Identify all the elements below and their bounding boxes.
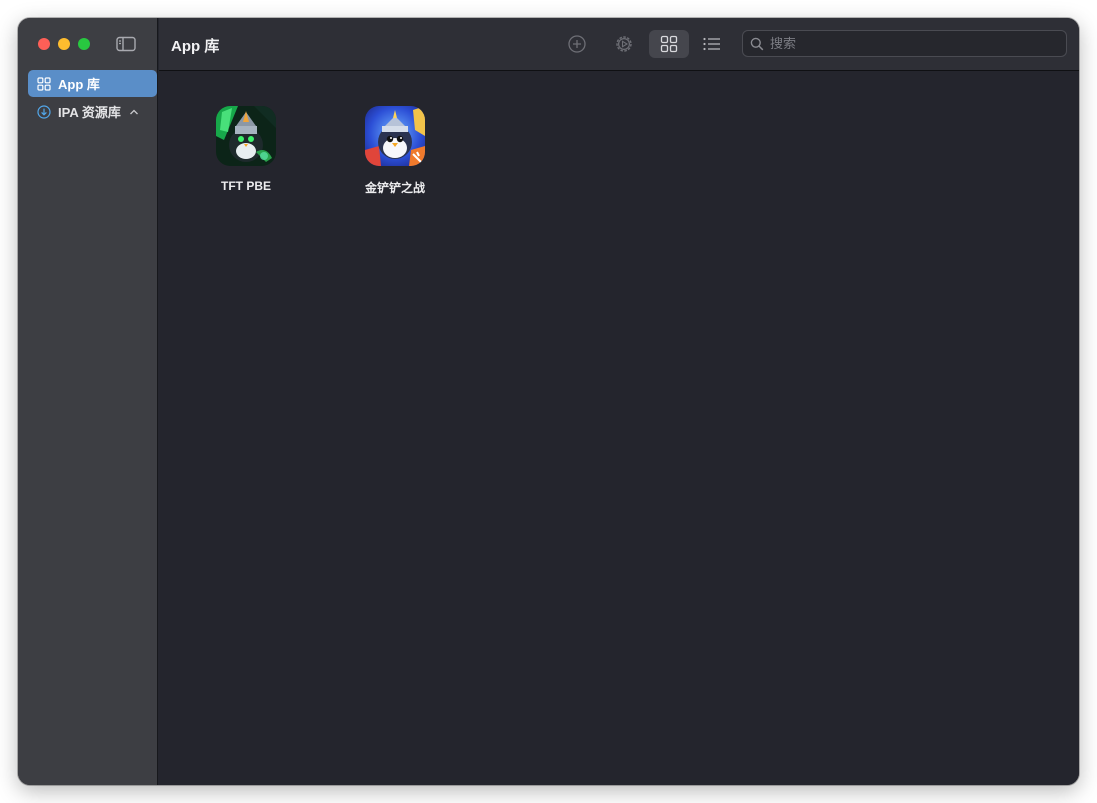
app-window: App 库 IPA 资源库 App 库 搜索 TFT PBE 金铲铲之战 — [18, 18, 1079, 785]
jcczz-app-icon[interactable] — [365, 106, 425, 166]
add-circle-icon — [568, 35, 586, 53]
page-title: App 库 — [171, 38, 220, 55]
zoom-button[interactable] — [78, 38, 90, 50]
tft-pbe-app-icon[interactable] — [216, 106, 276, 166]
app-name: 金铲铲之战 — [364, 181, 425, 195]
add-button[interactable] — [557, 30, 597, 58]
search-icon — [750, 37, 764, 50]
minimize-button[interactable] — [58, 38, 70, 50]
sidebar-item-label: App 库 — [58, 77, 100, 92]
search-input[interactable] — [770, 36, 1050, 51]
window-controls — [38, 38, 90, 50]
toolbar: App 库 — [159, 18, 1079, 71]
download-circle-icon — [37, 104, 51, 119]
grid-view-icon — [660, 35, 678, 53]
app-grid: TFT PBE 金铲铲之战 — [159, 71, 1079, 785]
search-field[interactable] — [742, 30, 1067, 57]
grid-icon — [37, 76, 51, 91]
sidebar: App 库 IPA 资源库 — [18, 18, 158, 785]
gear-play-icon — [616, 36, 632, 52]
close-button[interactable] — [38, 38, 50, 50]
sidebar-item-app-library[interactable]: App 库 — [28, 70, 157, 97]
sidebar-icon — [116, 36, 136, 52]
sidebar-item-label: IPA 资源库 — [58, 105, 121, 120]
app-tile[interactable]: TFT PBE — [191, 106, 301, 193]
chevron-up-icon[interactable] — [129, 108, 139, 116]
list-view-button[interactable] — [692, 30, 732, 58]
list-view-icon — [703, 37, 720, 51]
sidebar-item-ipa-library[interactable]: IPA 资源库 — [28, 98, 157, 125]
app-tile[interactable]: 金铲铲之战 — [340, 106, 450, 196]
app-name: TFT PBE — [221, 179, 271, 193]
sidebar-toggle-button[interactable] — [115, 35, 137, 53]
grid-view-button[interactable] — [649, 30, 689, 58]
run-settings-button[interactable] — [604, 30, 644, 58]
